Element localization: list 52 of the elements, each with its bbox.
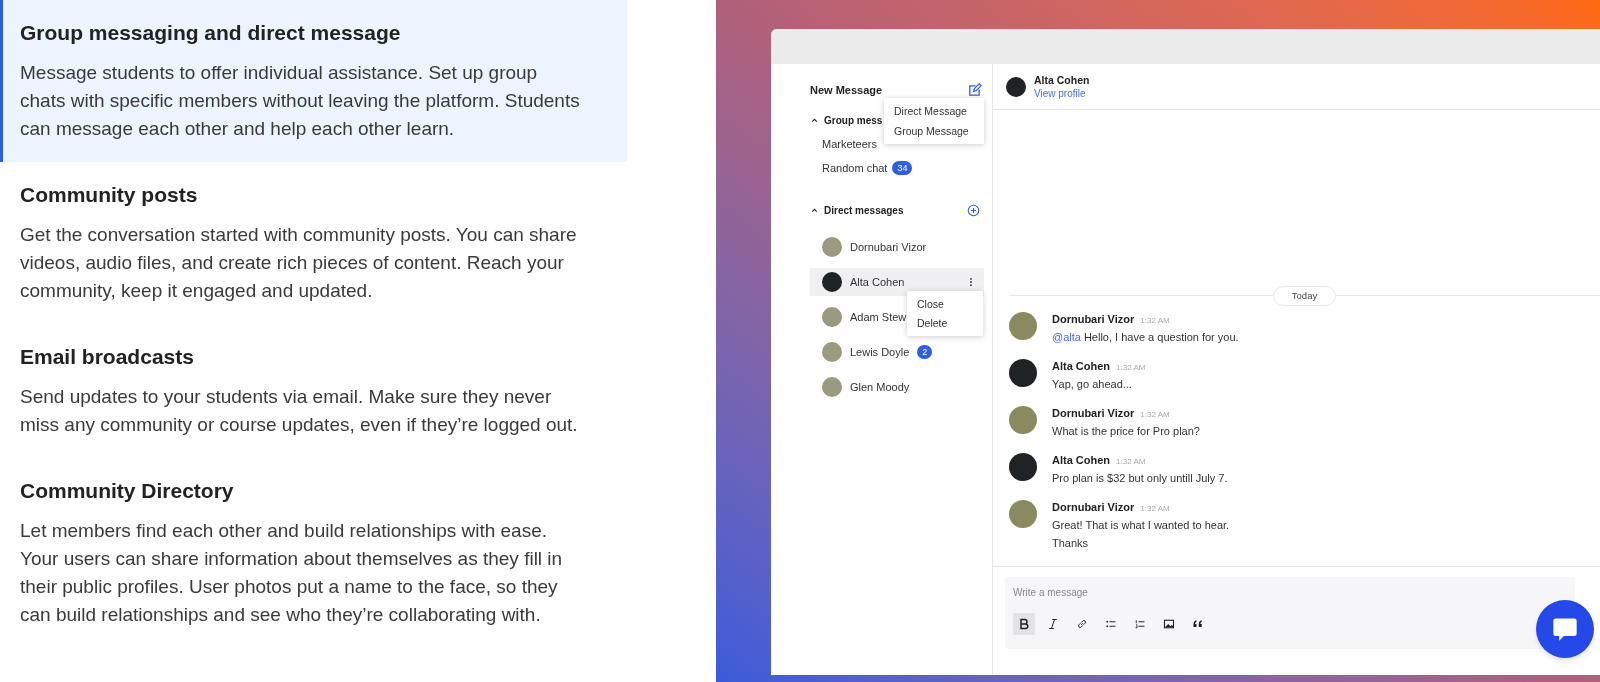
unread-count: 2 xyxy=(917,345,933,359)
message-time: 1:32 AM xyxy=(1140,409,1170,421)
message-time: 1:32 AM xyxy=(1140,315,1170,327)
message-author: Dornubari Vizor xyxy=(1052,312,1135,327)
section-header[interactable]: Group mess xyxy=(824,112,883,128)
contact-item[interactable]: Lewis Doyle 2 xyxy=(810,338,941,366)
feature-description: Let members find each other and build relationships with ease. Your users can share information about themselves as they fill in their public profiles. User photos put a name to the face, so they can build relationships and see who they’re collaborating with. xyxy=(20,519,564,627)
message-time: 1:32 AM xyxy=(1140,503,1170,515)
contact-name: Dornubari Vizor xyxy=(850,239,927,255)
menu-item[interactable]: Delete xyxy=(917,315,973,331)
contact-item[interactable]: Alta Cohen xyxy=(810,268,984,296)
contact-name: Alta Cohen xyxy=(1034,73,1090,87)
unread-count: 34 xyxy=(892,161,913,175)
feature-title: Email broadcasts xyxy=(20,344,195,370)
feature-description: Message students to offer individual assistance. Set up group chats with specific members without leaving the platform. Students can message each other and help each other learn. xyxy=(20,61,581,141)
menu-item[interactable]: Group Message xyxy=(894,123,974,139)
channel-item[interactable]: Marketeers xyxy=(822,135,878,153)
contact-name: Glen Moody xyxy=(850,379,910,395)
sidebar-title: New Message xyxy=(810,82,883,98)
message-text: Hello, I have a question for you. xyxy=(1083,331,1239,343)
message-text: Thanks xyxy=(1052,536,1090,551)
message-author: Dornubari Vizor xyxy=(1052,500,1135,515)
contact-name: Alta Cohen xyxy=(850,274,905,290)
section-header[interactable]: Direct messages xyxy=(824,202,904,218)
contact-item[interactable]: Dornubari Vizor xyxy=(810,233,935,261)
contact-item[interactable]: Glen Moody xyxy=(810,373,918,401)
message-author: Alta Cohen xyxy=(1052,453,1111,468)
message-text: Great! That is what I wanted to hear. xyxy=(1052,518,1230,533)
message-text: Pro plan is $32 but only untill July 7. xyxy=(1052,471,1228,486)
view-profile-link[interactable]: View profile xyxy=(1034,86,1090,100)
message-author: Dornubari Vizor xyxy=(1052,406,1135,421)
contact-item[interactable]: Adam Stew xyxy=(810,303,915,331)
menu-item[interactable]: Direct Message xyxy=(894,103,974,119)
mention-link[interactable]: @alta xyxy=(1052,331,1081,343)
message-author: Alta Cohen xyxy=(1052,359,1111,374)
feature-title: Community Directory xyxy=(20,478,235,504)
message-time: 1:32 AM xyxy=(1116,456,1146,468)
message-text: What is the price for Pro plan? xyxy=(1052,424,1200,439)
menu-item[interactable]: Close xyxy=(917,296,973,312)
feature-title: Community posts xyxy=(20,182,199,208)
feature-description: Send updates to your students via email. Make sure they never miss any community or course updates, even if they’re logged out. xyxy=(20,385,579,437)
message-input[interactable]: Write a message xyxy=(1013,581,1567,603)
feature-description: Get the conversation started with community posts. You can share videos, audio files, and create rich pieces of content. Reach your community, keep it engaged and updated. xyxy=(20,223,578,303)
contact-name: Lewis Doyle xyxy=(850,344,910,360)
feature-item[interactable]: Email broadcasts Send updates to your students via email. Make sure they never miss any community or course updates, even if they’re logged out. xyxy=(0,324,627,458)
message-text: Yap, go ahead... xyxy=(1052,377,1133,392)
feature-item[interactable]: Community posts Get the conversation started with community posts. You can share videos, audio files, and create rich pieces of content. Reach your community, keep it engaged and updated. xyxy=(0,162,627,324)
contact-name: Adam Stew xyxy=(850,309,907,325)
channel-item[interactable]: Random chat xyxy=(822,159,888,177)
message-composer[interactable]: Write a message xyxy=(1005,577,1575,649)
feature-title: Group messaging and direct message xyxy=(20,20,402,46)
message-time: 1:32 AM xyxy=(1116,362,1146,374)
